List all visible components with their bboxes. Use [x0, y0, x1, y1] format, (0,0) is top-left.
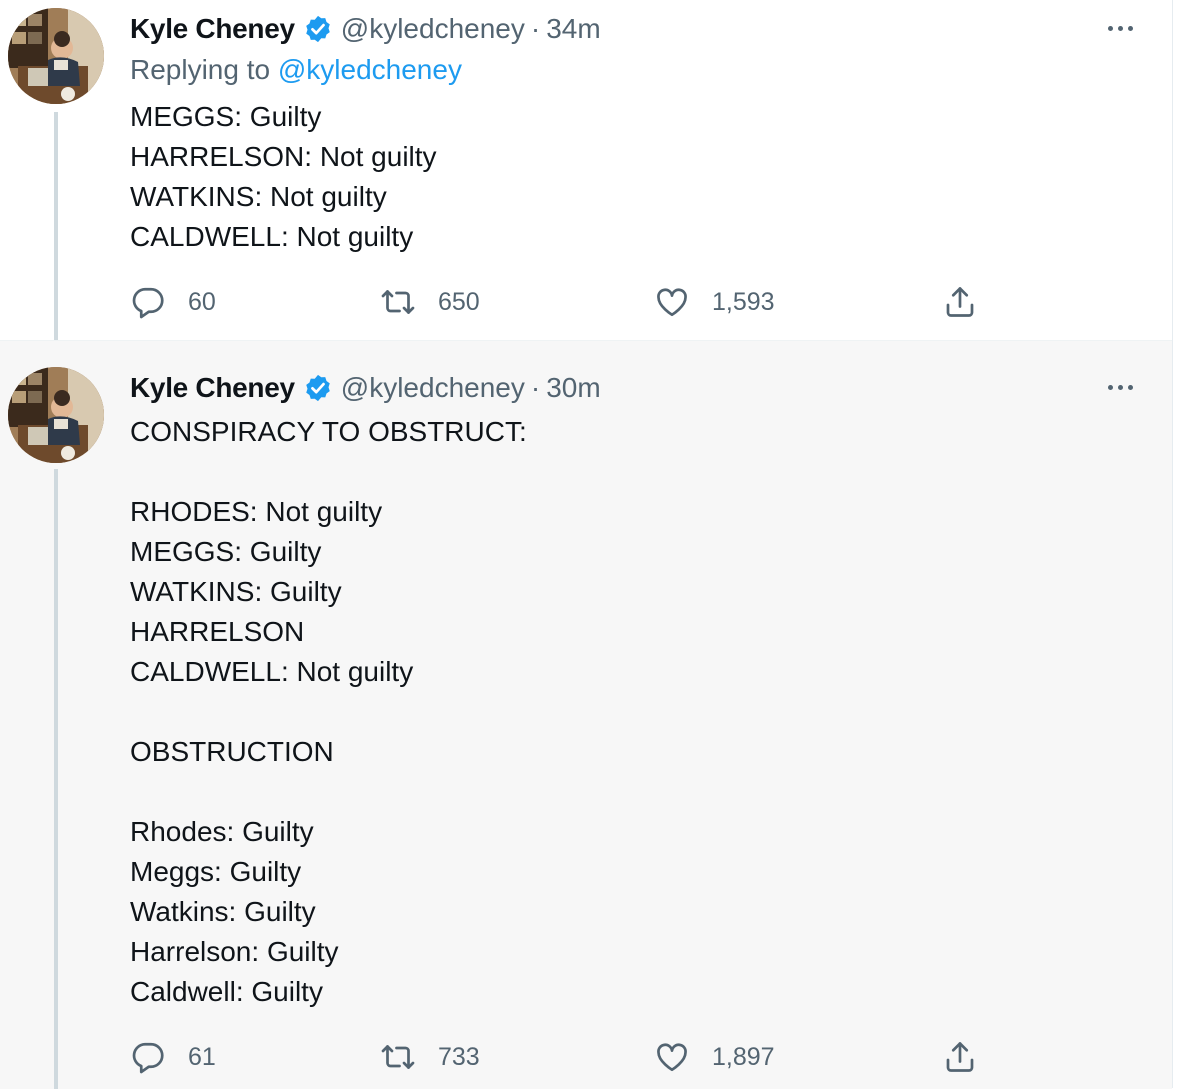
retweet-count: 733 [438, 1042, 480, 1071]
thread-connector-line [54, 469, 58, 1089]
reply-count: 60 [188, 287, 216, 316]
share-button[interactable] [942, 282, 1000, 322]
share-icon [946, 1042, 974, 1072]
right-border [1172, 0, 1180, 1088]
like-count: 1,897 [712, 1042, 775, 1071]
retweet-count: 650 [438, 287, 480, 316]
author-name[interactable]: Kyle Cheney [130, 372, 295, 404]
tweet-text: MEGGS: Guilty HARRELSON: Not guilty WATK… [130, 101, 437, 252]
tweet-header: Kyle Cheney @kyledcheney · 34m [130, 9, 601, 49]
retweet-icon [381, 290, 415, 314]
thread-connector-line [54, 112, 58, 340]
avatar-image [8, 367, 104, 463]
share-button[interactable] [942, 1037, 1000, 1077]
tweet-text: CONSPIRACY TO OBSTRUCT: RHODES: Not guil… [130, 416, 527, 1007]
separator-dot: · [530, 13, 541, 44]
author-name[interactable]: Kyle Cheney [130, 13, 295, 45]
avatar[interactable] [8, 8, 104, 104]
reply-button[interactable]: 60 [130, 282, 216, 322]
avatar[interactable] [8, 367, 104, 463]
author-handle[interactable]: @kyledcheney [341, 13, 525, 45]
more-icon[interactable] [1100, 18, 1140, 38]
like-button[interactable]: 1,593 [654, 282, 775, 322]
tweet-header: Kyle Cheney @kyledcheney · 30m [130, 368, 601, 408]
more-icon[interactable] [1100, 377, 1140, 397]
reply-count: 61 [188, 1042, 216, 1071]
retweet-button[interactable]: 733 [380, 1037, 480, 1077]
replying-to-label: Replying to [130, 54, 278, 85]
author-handle[interactable]: @kyledcheney [341, 372, 525, 404]
share-icon [946, 287, 974, 317]
separator-dot: · [530, 372, 541, 403]
timestamp[interactable]: 30m [546, 372, 600, 404]
verified-badge-icon [306, 15, 330, 43]
tweet[interactable]: Kyle Cheney @kyledcheney · 34m Replying … [0, 0, 1172, 340]
verified-badge-icon [306, 374, 330, 402]
heart-icon [657, 1043, 687, 1072]
reply-button[interactable]: 61 [130, 1037, 216, 1077]
tweet[interactable]: Kyle Cheney @kyledcheney · 30m CONSPIRAC… [0, 340, 1172, 1089]
avatar-image [8, 8, 104, 104]
reply-icon [132, 1042, 164, 1074]
like-count: 1,593 [712, 287, 775, 316]
retweet-icon [381, 1045, 415, 1069]
reply-icon [132, 287, 164, 319]
reply-mention-link[interactable]: @kyledcheney [278, 54, 462, 85]
like-button[interactable]: 1,897 [654, 1037, 775, 1077]
timestamp[interactable]: 34m [546, 13, 600, 45]
action-bar: 61 733 1,897 [130, 1037, 990, 1077]
heart-icon [657, 288, 687, 317]
action-bar: 60 650 1,593 [130, 282, 990, 322]
replying-to: Replying to @kyledcheney [130, 54, 462, 86]
retweet-button[interactable]: 650 [380, 282, 480, 322]
